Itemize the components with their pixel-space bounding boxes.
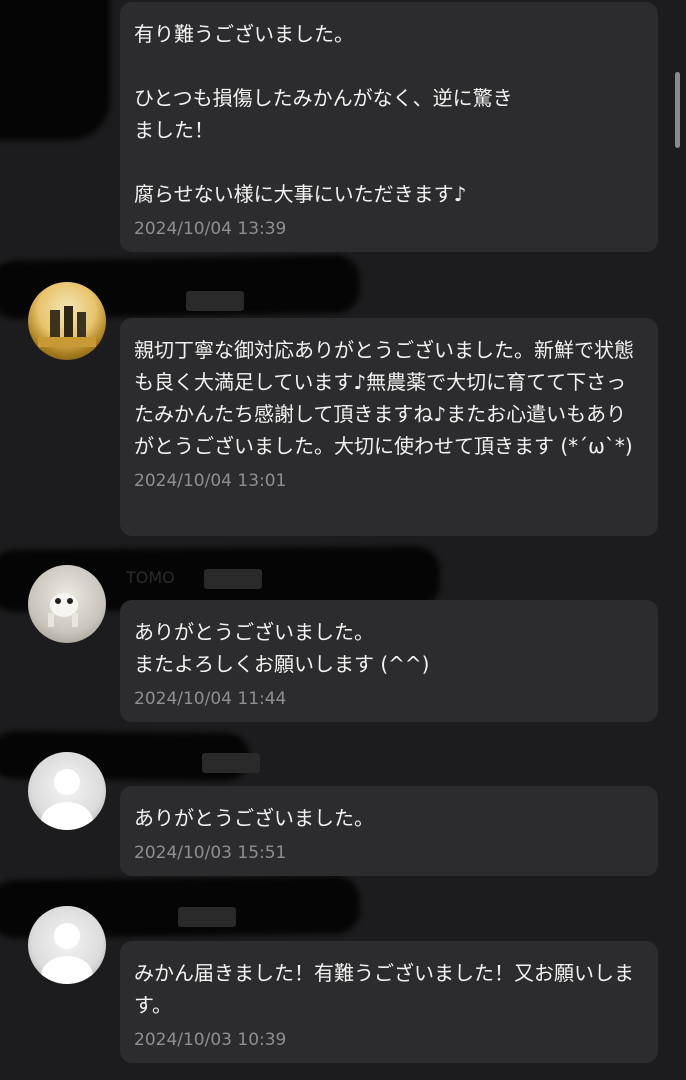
message-bubble: 親切丁寧な御対応ありがとうございました。新鮮で状態も良く大満足しています♪無農薬… [120, 318, 658, 536]
avatar[interactable] [28, 282, 106, 360]
message-bubble: ありがとうございました。 またよろしくお願いします (^^) 2024/10/0… [120, 600, 658, 722]
username-redacted [128, 290, 248, 312]
message-text: ありがとうございました。 またよろしくお願いします (^^) [134, 620, 430, 676]
scrollbar[interactable] [675, 72, 680, 148]
default-user-icon [41, 923, 93, 984]
avatar[interactable] [28, 752, 106, 830]
message-text: ありがとうございました。 [134, 806, 374, 830]
avatar[interactable] [28, 565, 106, 643]
username-text: TOMO [126, 568, 175, 587]
message-timestamp: 2024/10/04 13:01 [134, 471, 287, 491]
username-redacted [126, 906, 266, 928]
message-timestamp: 2024/10/04 13:39 [134, 219, 287, 239]
avatar-dog-icon [48, 593, 78, 627]
message-text: みかん届きました！有難うございました！又お願いします。 [134, 961, 634, 1017]
message-timestamp: 2024/10/04 11:44 [134, 689, 287, 709]
chat-page: 有り難うございました。 ひとつも損傷したみかんがなく、逆に驚き ました！ 腐らせ… [0, 0, 686, 1080]
username: TOMO [126, 568, 266, 590]
rating-badge [202, 753, 260, 773]
message-bubble: ありがとうございました。 2024/10/03 15:51 [120, 786, 658, 876]
rating-badge [204, 569, 262, 589]
message-timestamp: 2024/10/03 15:51 [134, 843, 287, 863]
message-text: 親切丁寧な御対応ありがとうございました。新鮮で状態も良く大満足しています♪無農薬… [134, 338, 634, 458]
message-bubble: 有り難うございました。 ひとつも損傷したみかんがなく、逆に驚き ました！ 腐らせ… [120, 2, 658, 252]
avatar[interactable] [28, 906, 106, 984]
rating-badge [186, 291, 244, 311]
username-redacted [126, 752, 266, 774]
message-bubble: みかん届きました！有難うございました！又お願いします。 2024/10/03 1… [120, 941, 658, 1063]
message-text: 有り難うございました。 ひとつも損傷したみかんがなく、逆に驚き ました！ 腐らせ… [134, 22, 513, 206]
default-user-icon [41, 769, 93, 830]
message-timestamp: 2024/10/03 10:39 [134, 1030, 287, 1050]
rating-badge [178, 907, 236, 927]
redaction-mark [0, 0, 110, 140]
avatar-figures-icon [38, 306, 96, 347]
